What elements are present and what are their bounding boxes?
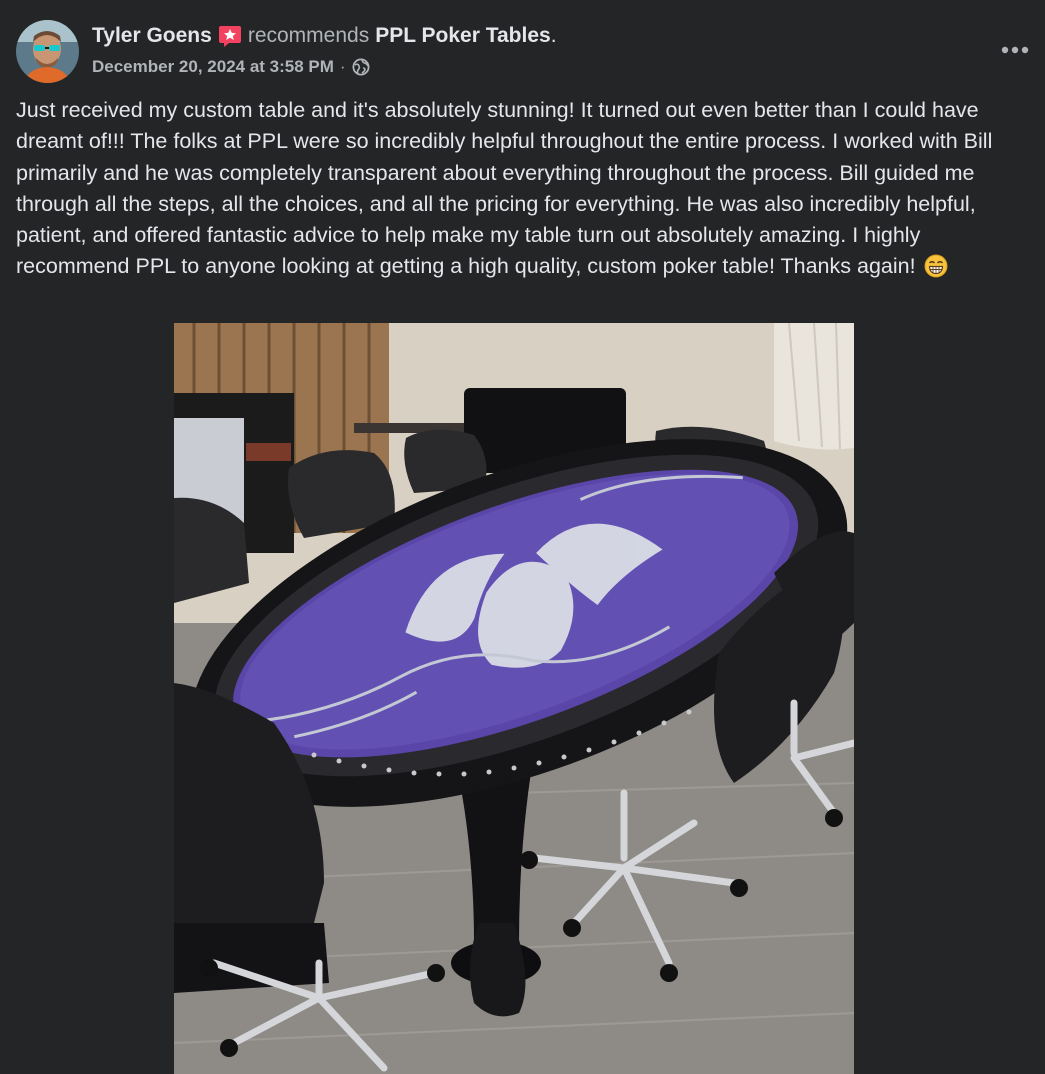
post-timestamp[interactable]: December 20, 2024 at 3:58 PM bbox=[92, 55, 334, 79]
post-photo[interactable] bbox=[174, 323, 854, 1074]
author-avatar[interactable] bbox=[16, 20, 79, 83]
period: . bbox=[550, 24, 557, 47]
post-meta: December 20, 2024 at 3:58 PM · bbox=[92, 55, 370, 79]
post-header: Tyler Goens recommends PPL Poker Tables … bbox=[16, 20, 1033, 84]
recommends-label: recommends bbox=[247, 24, 370, 47]
post-card: Tyler Goens recommends PPL Poker Tables … bbox=[0, 0, 1045, 1074]
recommend-star-icon bbox=[218, 24, 242, 48]
author-line: Tyler Goens recommends PPL Poker Tables … bbox=[92, 22, 557, 50]
post-body: Just received my custom table and it's a… bbox=[16, 95, 1031, 283]
more-options-icon bbox=[1001, 41, 1029, 59]
globe-icon[interactable] bbox=[352, 58, 370, 76]
grinning-face-emoji-icon bbox=[924, 254, 948, 278]
post-body-text: Just received my custom table and it's a… bbox=[16, 98, 993, 279]
author-name[interactable]: Tyler Goens bbox=[92, 22, 212, 50]
more-options-button[interactable] bbox=[997, 32, 1033, 68]
meta-separator: · bbox=[339, 57, 346, 76]
page-name-link[interactable]: PPL Poker Tables bbox=[375, 22, 550, 50]
